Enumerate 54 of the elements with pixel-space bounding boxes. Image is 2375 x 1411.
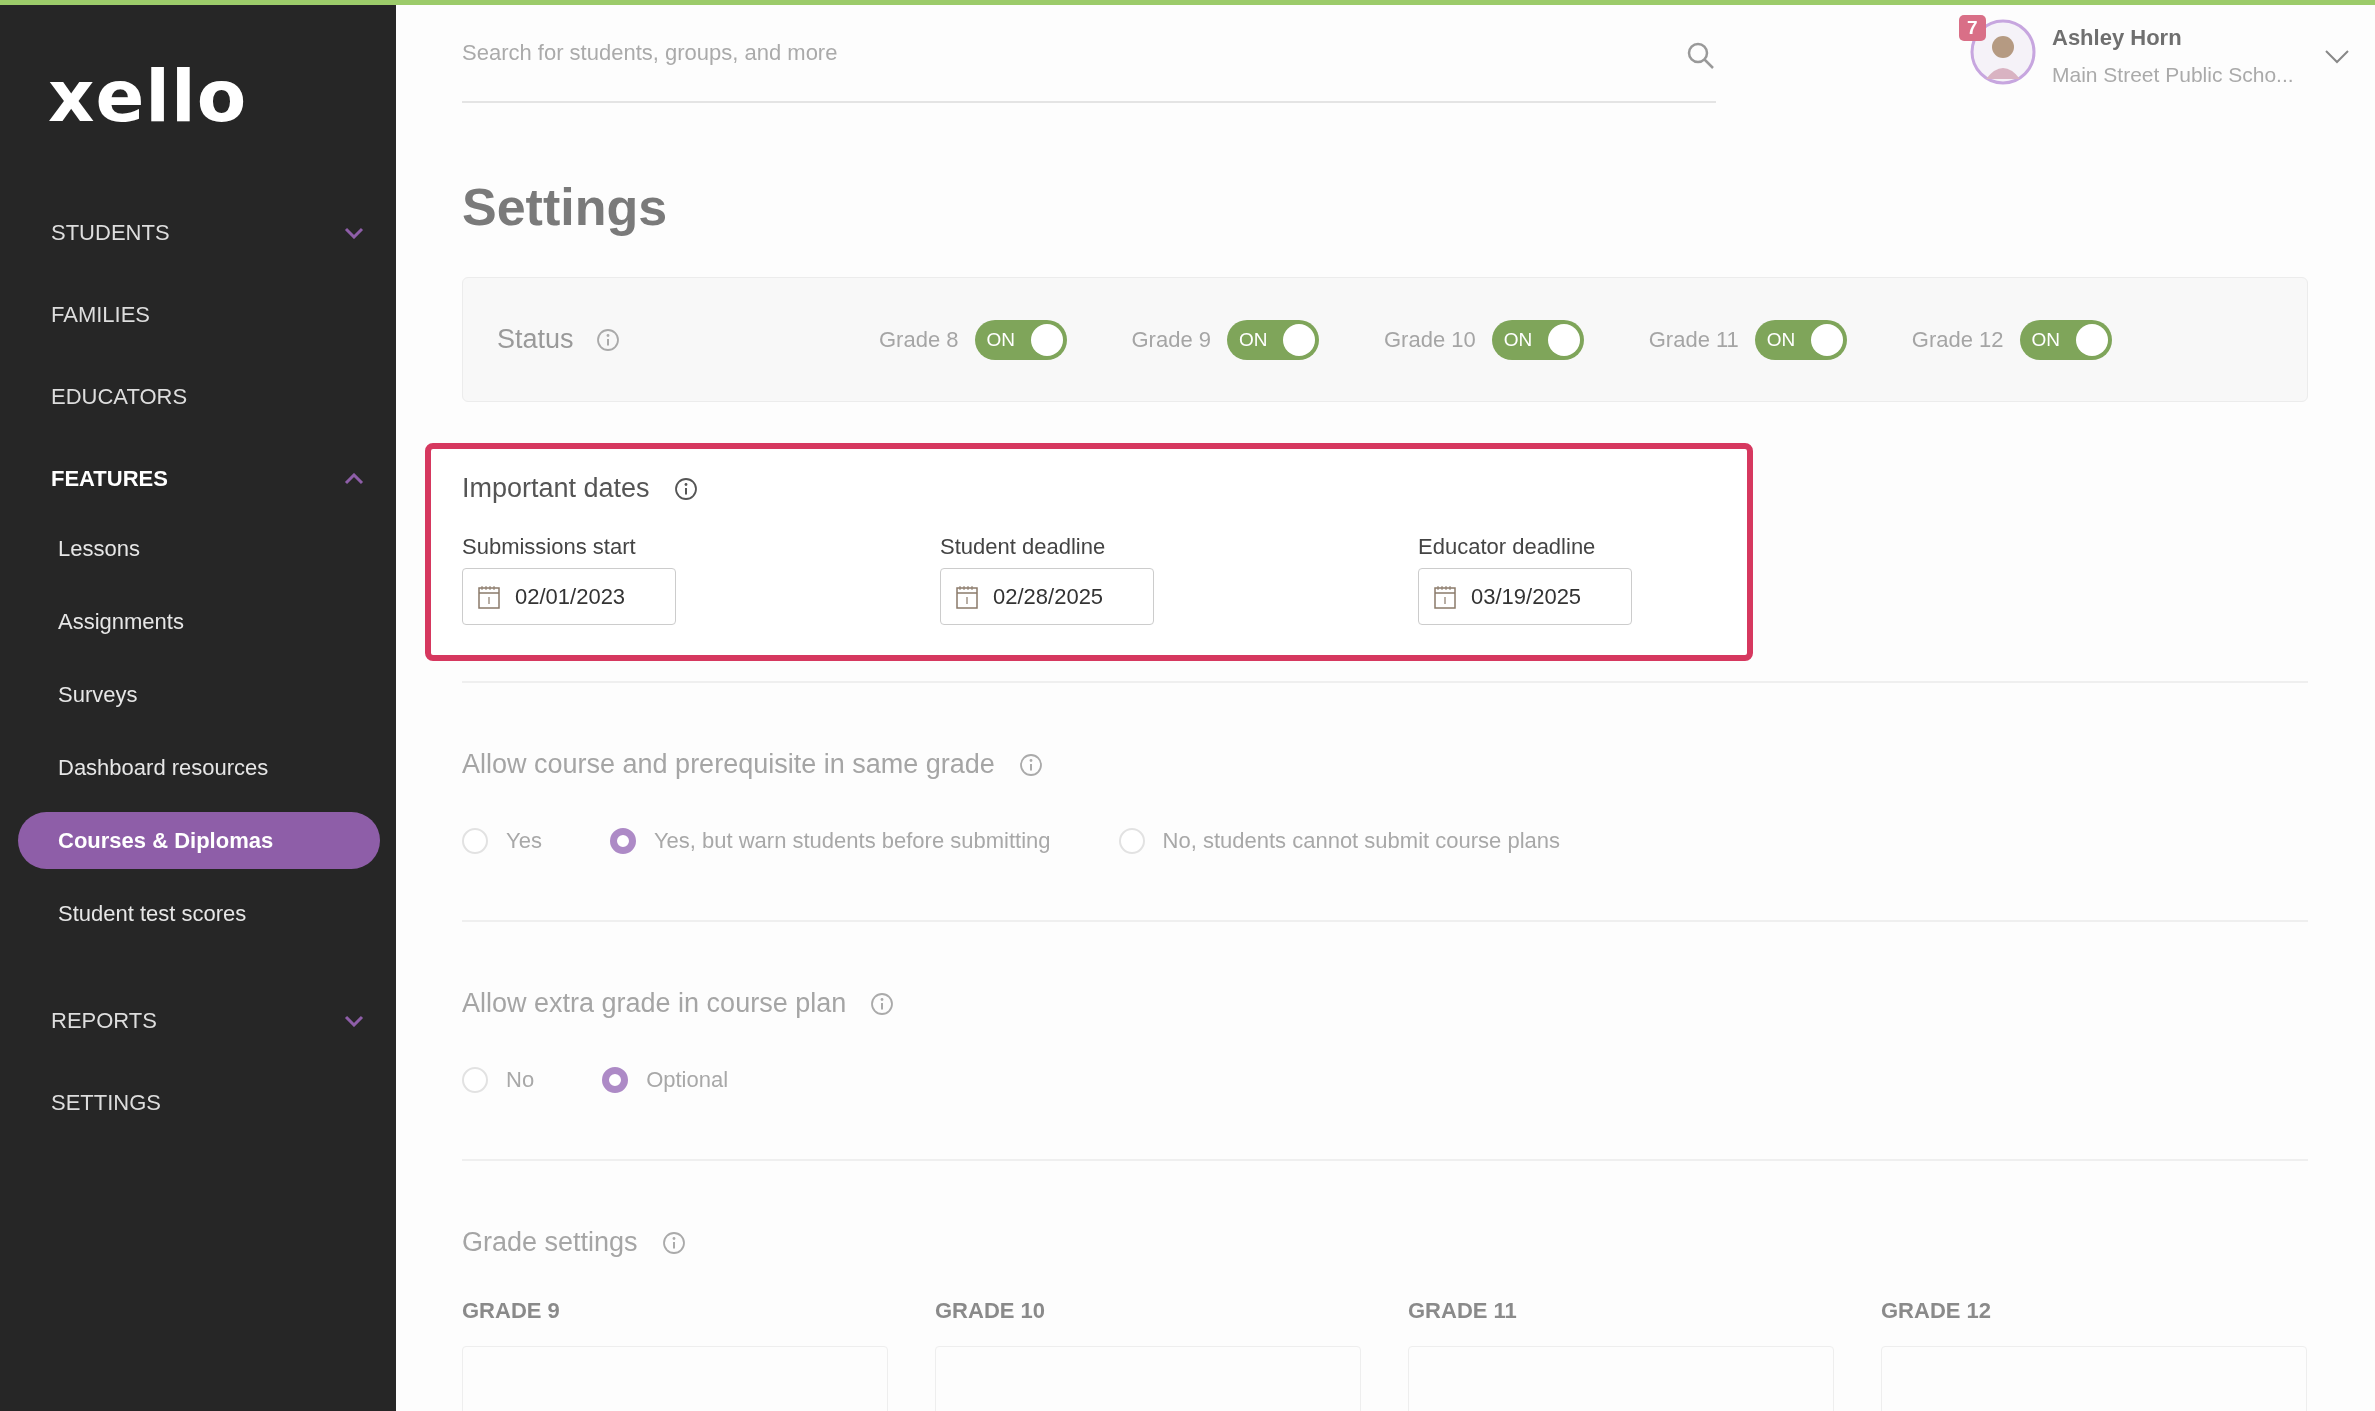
nav-section[interactable]: EDUCATORS xyxy=(0,356,396,438)
nav-item[interactable]: Lessons xyxy=(18,520,380,577)
section-title: Allow course and prerequisite in same grade xyxy=(462,749,995,780)
chevron-icon xyxy=(344,473,364,485)
nav-item[interactable]: Dashboard resources xyxy=(18,739,380,796)
chevron-icon xyxy=(344,227,364,239)
date-field[interactable]: 03/19/2025 xyxy=(1418,568,1632,625)
status-label: Status xyxy=(497,324,574,355)
nav-section[interactable]: SETTINGS xyxy=(0,1062,396,1144)
radio-button[interactable] xyxy=(609,828,636,854)
grade-heading: GRADE 12 xyxy=(1881,1298,1993,1324)
calendar-icon xyxy=(477,583,501,610)
radio-label: Optional xyxy=(646,1067,729,1093)
grade-heading: GRADE 11 xyxy=(1408,1298,1518,1324)
field-label: Student deadline xyxy=(940,534,1107,560)
radio-label: Yes, but warn students before submitting xyxy=(653,828,1051,854)
page-title: Settings xyxy=(462,177,668,237)
calendar-icon xyxy=(955,583,979,610)
grade-label: Grade 10 xyxy=(1384,326,1476,353)
nav-item[interactable]: Assignments xyxy=(18,593,380,650)
nav-item[interactable]: Student test scores xyxy=(18,885,380,942)
nav-item[interactable]: Courses & Diplomas xyxy=(18,812,380,869)
grade-label: Grade 11 xyxy=(1648,326,1739,353)
nav-section[interactable]: FAMILIES xyxy=(0,274,396,356)
radio-button[interactable] xyxy=(602,1067,629,1093)
radio-label: No, students cannot submit course plans xyxy=(1162,828,1560,854)
logo: xello xyxy=(48,60,248,132)
date-field[interactable]: 02/01/2023 xyxy=(462,568,676,625)
search-field[interactable]: Search for students, groups, and more xyxy=(462,5,1716,103)
grade-heading: GRADE 9 xyxy=(462,1298,561,1324)
nav-section[interactable]: REPORTS xyxy=(0,980,396,1062)
notification-badge: 7 xyxy=(1959,15,1986,41)
grade-label: Grade 8 xyxy=(879,326,959,353)
field-label: Educator deadline xyxy=(1418,534,1597,560)
nav-section[interactable]: STUDENTS xyxy=(0,192,396,274)
radio-label: Yes xyxy=(506,828,542,854)
nav-item[interactable]: Surveys xyxy=(18,666,380,723)
user-name: Ashley Horn xyxy=(2052,25,2183,51)
chevron-icon[interactable] xyxy=(2324,49,2350,65)
radio-label: No xyxy=(506,1067,535,1093)
grade-label: Grade 12 xyxy=(1911,326,2004,353)
grade-label: Grade 9 xyxy=(1131,326,1211,353)
search-icon[interactable] xyxy=(1686,41,1716,71)
info-icon[interactable] xyxy=(673,476,698,501)
section-title: Allow extra grade in course plan xyxy=(462,988,847,1019)
nav-section[interactable]: FEATURES xyxy=(0,438,396,520)
section-title: Important dates xyxy=(462,473,650,504)
chevron-icon xyxy=(344,1015,364,1027)
calendar-icon xyxy=(1433,583,1457,610)
date-field[interactable]: 02/28/2025 xyxy=(940,568,1154,625)
field-label: Submissions start xyxy=(462,534,637,560)
section-title: Grade settings xyxy=(462,1227,638,1258)
school-name: Main Street Public Scho... xyxy=(2052,63,2295,87)
grade-heading: GRADE 10 xyxy=(935,1298,1047,1324)
